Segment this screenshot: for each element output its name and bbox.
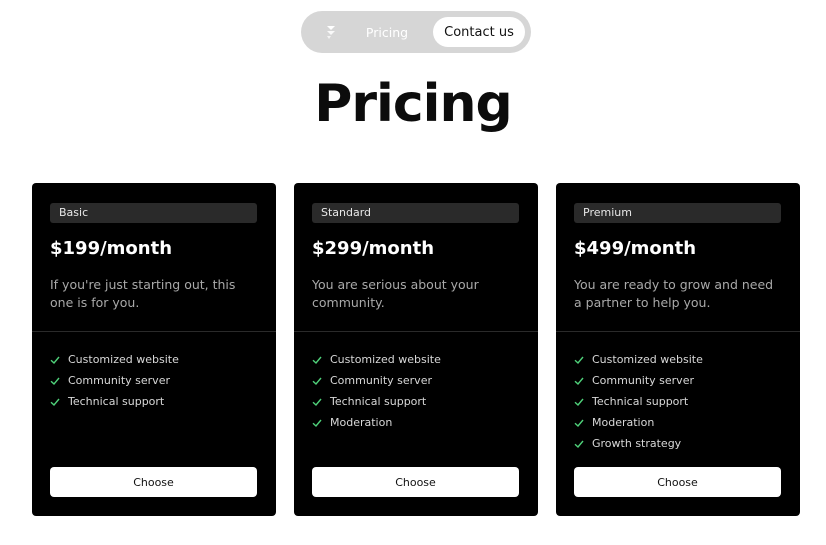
choose-basic-button[interactable]: Choose	[50, 467, 257, 497]
price: $299/month	[312, 238, 435, 259]
feature-label: Community server	[592, 374, 694, 387]
feature-item: Community server	[574, 370, 703, 391]
page-title: Pricing	[314, 74, 512, 134]
feature-item: Moderation	[574, 412, 703, 433]
contact-us-button[interactable]: Contact us	[433, 17, 525, 47]
feature-item: Customized website	[574, 349, 703, 370]
logo-icon[interactable]	[323, 24, 339, 40]
feature-list: Customized website Community server Tech…	[574, 349, 703, 454]
feature-label: Community server	[68, 374, 170, 387]
check-icon	[50, 356, 60, 364]
feature-item: Community server	[50, 370, 179, 391]
plan-description: You are serious about your community.	[312, 277, 479, 310]
pricing-card-basic: Basic $199/month If you're just starting…	[32, 183, 276, 516]
feature-item: Customized website	[312, 349, 441, 370]
feature-item: Technical support	[574, 391, 703, 412]
feature-label: Customized website	[68, 353, 179, 366]
feature-item: Growth strategy	[574, 433, 703, 454]
check-icon	[312, 377, 322, 385]
check-icon	[574, 440, 584, 448]
check-icon	[574, 356, 584, 364]
price: $199/month	[50, 238, 173, 259]
feature-item: Moderation	[312, 412, 441, 433]
feature-label: Customized website	[330, 353, 441, 366]
tier-badge: Basic	[50, 203, 257, 223]
feature-list: Customized website Community server Tech…	[312, 349, 441, 433]
feature-label: Moderation	[592, 416, 655, 429]
check-icon	[574, 377, 584, 385]
nav-link-pricing[interactable]: Pricing	[361, 11, 413, 53]
feature-label: Technical support	[68, 395, 165, 408]
check-icon	[312, 356, 322, 364]
feature-item: Technical support	[50, 391, 179, 412]
feature-item: Customized website	[50, 349, 179, 370]
feature-label: Technical support	[330, 395, 427, 408]
pricing-card-premium: Premium $499/month You are ready to grow…	[556, 183, 800, 516]
plan-description: You are ready to grow and need a partner…	[574, 277, 774, 310]
check-icon	[50, 377, 60, 385]
choose-standard-button[interactable]: Choose	[312, 467, 519, 497]
divider	[32, 331, 276, 332]
pricing-card-standard: Standard $299/month You are serious abou…	[294, 183, 538, 516]
plan-description: If you're just starting out, this one is…	[50, 277, 236, 310]
pricing-page: Pricing Contact us Pricing Basic $199/mo…	[0, 0, 826, 545]
feature-label: Growth strategy	[592, 437, 682, 450]
feature-item: Community server	[312, 370, 441, 391]
choose-premium-button[interactable]: Choose	[574, 467, 781, 497]
price: $499/month	[574, 238, 697, 259]
check-icon	[312, 398, 322, 406]
top-nav: Pricing Contact us	[301, 11, 531, 53]
tier-badge: Standard	[312, 203, 519, 223]
feature-label: Customized website	[592, 353, 703, 366]
check-icon	[312, 419, 322, 427]
check-icon	[574, 398, 584, 406]
tier-badge: Premium	[574, 203, 781, 223]
check-icon	[574, 419, 584, 427]
check-icon	[50, 398, 60, 406]
feature-label: Technical support	[592, 395, 689, 408]
divider	[556, 331, 800, 332]
feature-list: Customized website Community server Tech…	[50, 349, 179, 412]
feature-label: Moderation	[330, 416, 393, 429]
feature-item: Technical support	[312, 391, 441, 412]
feature-label: Community server	[330, 374, 432, 387]
divider	[294, 331, 538, 332]
